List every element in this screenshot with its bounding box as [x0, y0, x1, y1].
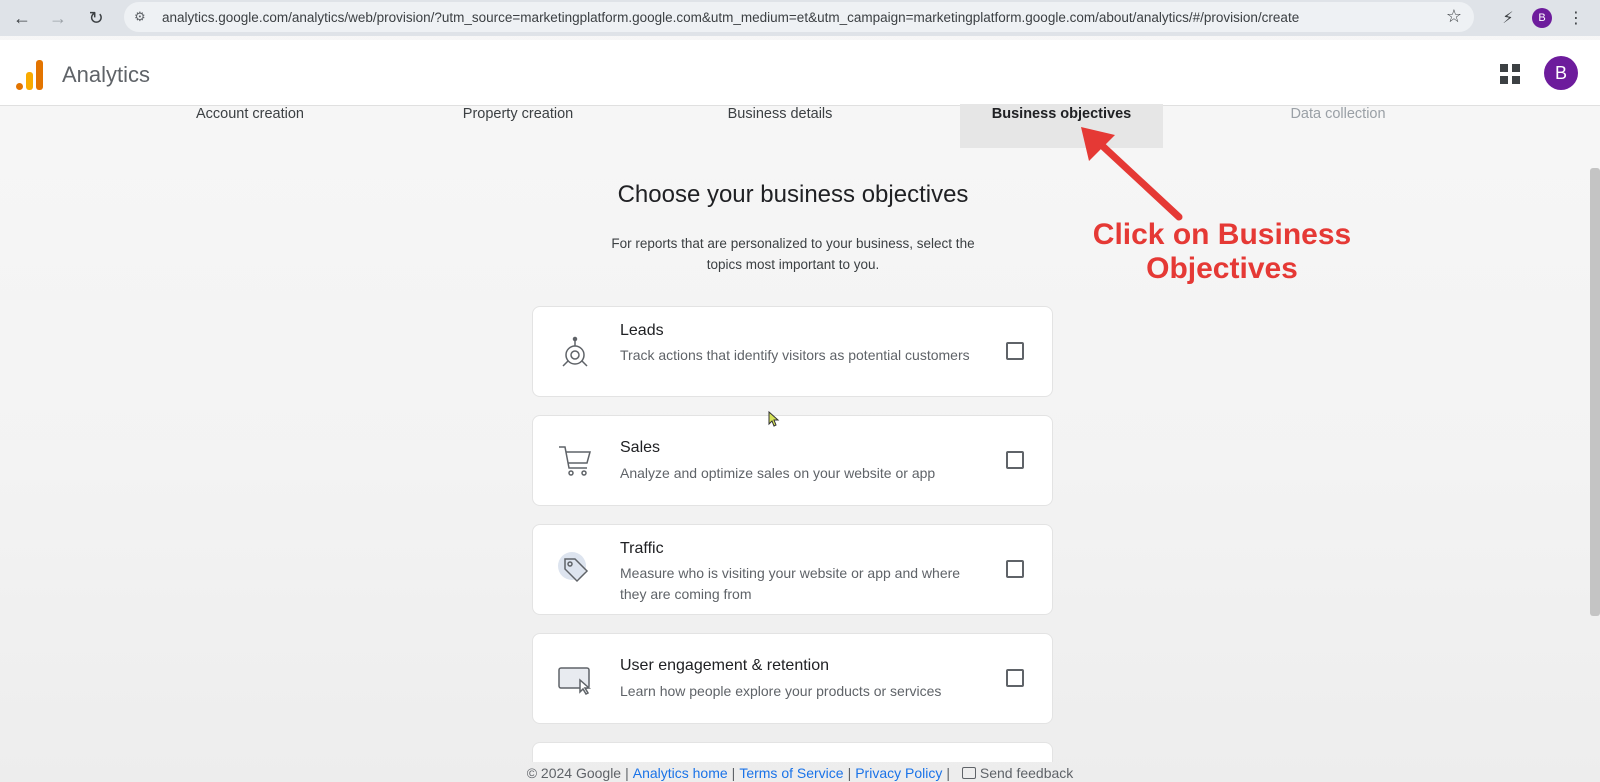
feedback-icon[interactable] — [961, 767, 976, 779]
reload-icon[interactable]: ↻ — [78, 0, 114, 36]
step-data-collection: Data collection — [1238, 104, 1438, 148]
objective-title: Sales — [620, 439, 661, 456]
forward-icon[interactable]: → — [40, 0, 76, 36]
bookmark-star-icon[interactable]: ☆ — [1446, 6, 1462, 27]
objective-description: Learn how people explore your products o… — [620, 683, 942, 699]
step-account-creation[interactable]: Account creation — [150, 104, 350, 148]
objective-title: Traffic — [620, 540, 664, 557]
leads-checkbox[interactable] — [1006, 342, 1024, 360]
screen-pointer-icon — [557, 661, 593, 697]
target-icon — [557, 335, 593, 371]
objective-description: Analyze and optimize sales on your websi… — [620, 465, 936, 481]
step-business-details[interactable]: Business details — [680, 104, 880, 148]
sales-checkbox[interactable] — [1006, 451, 1024, 469]
address-bar[interactable]: ⚙ analytics.google.com/analytics/web/pro… — [124, 2, 1474, 32]
page-scrollbar[interactable] — [1590, 168, 1600, 616]
annotation-callout: Click on Business Objectives — [1092, 218, 1352, 285]
page-title: Choose your business objectives — [617, 181, 969, 208]
objective-card-leads[interactable]: Leads Track actions that identify visito… — [532, 306, 1053, 397]
app-title[interactable]: Analytics — [62, 62, 150, 88]
terms-link[interactable]: Terms of Service — [739, 765, 843, 781]
app-header: Analytics B — [0, 40, 1600, 106]
browser-actions: ⚡ B ⋮ — [1498, 0, 1600, 36]
page-footer: © 2024 Google | Analytics home | Terms of Se… — [526, 765, 1074, 781]
tag-icon — [557, 551, 593, 587]
send-feedback-link[interactable]: Send feedback — [980, 765, 1073, 781]
annotation-arrow-icon — [1081, 127, 1183, 221]
analytics-logo-icon[interactable] — [14, 58, 44, 90]
privacy-link[interactable]: Privacy Policy — [855, 765, 942, 781]
step-label: Business details — [727, 106, 833, 122]
browser-profile-avatar[interactable]: B — [1532, 8, 1552, 28]
objective-description: Measure who is visiting your website or … — [620, 565, 961, 602]
url-text[interactable]: analytics.google.com/analytics/web/provi… — [162, 10, 1417, 25]
mouse-cursor-icon — [768, 411, 780, 427]
traffic-checkbox[interactable] — [1006, 560, 1024, 578]
step-label: Data collection — [1290, 106, 1386, 122]
step-label: Property creation — [462, 106, 574, 122]
browser-toolbar: ← → ↻ ⚙ analytics.google.com/analytics/w… — [0, 0, 1600, 36]
browser-menu-icon[interactable]: ⋮ — [1566, 8, 1586, 28]
objective-card-partial[interactable] — [532, 742, 1053, 762]
extension-icon[interactable]: ⚡ — [1498, 8, 1518, 28]
objective-title: Leads — [620, 322, 664, 339]
back-icon[interactable]: ← — [4, 0, 40, 36]
step-label: Business objectives — [991, 106, 1132, 122]
page-subtitle: For reports that are personalized to you… — [611, 236, 975, 272]
step-property-creation[interactable]: Property creation — [418, 104, 618, 148]
user-avatar[interactable]: B — [1544, 56, 1578, 90]
objective-description: Track actions that identify visitors as … — [620, 347, 970, 363]
shopping-cart-icon — [557, 442, 593, 478]
engagement-checkbox[interactable] — [1006, 669, 1024, 687]
objective-card-engagement[interactable]: User engagement & retention Learn how pe… — [532, 633, 1053, 724]
analytics-home-link[interactable]: Analytics home — [633, 765, 728, 781]
copyright-text: © 2024 Google — [526, 765, 622, 781]
objective-title: User engagement & retention — [620, 657, 830, 674]
site-settings-icon[interactable]: ⚙ — [134, 9, 156, 25]
objective-card-traffic[interactable]: Traffic Measure who is visiting your web… — [532, 524, 1053, 615]
setup-stepper: Account creation Property creation Busin… — [0, 104, 1600, 148]
google-apps-icon[interactable] — [1500, 64, 1520, 84]
objective-card-sales[interactable]: Sales Analyze and optimize sales on your… — [532, 415, 1053, 506]
step-label: Account creation — [195, 106, 304, 122]
